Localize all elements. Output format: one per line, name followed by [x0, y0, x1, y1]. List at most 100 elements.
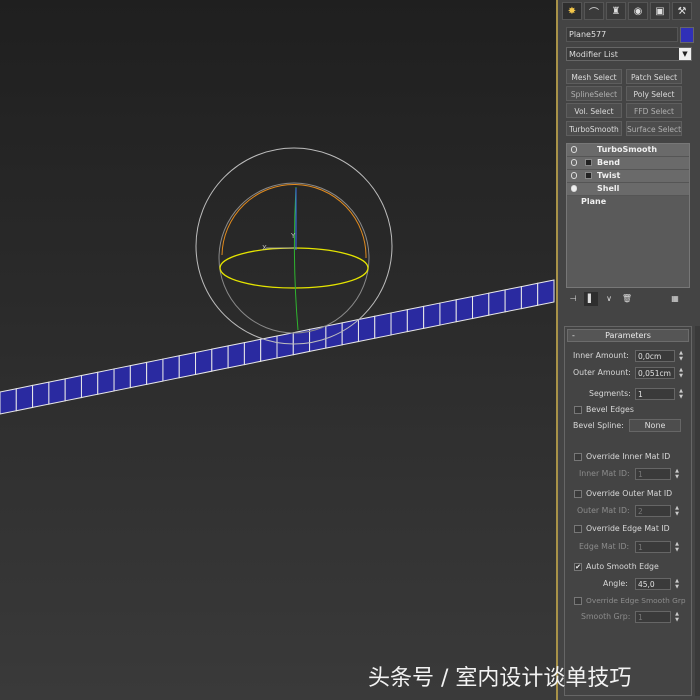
expand-box-icon[interactable]: [585, 172, 592, 179]
hierarchy-icon: ♜: [611, 5, 621, 17]
edge-mat-id-spinner[interactable]: 1: [635, 541, 671, 553]
shell-strip-segment: [162, 355, 180, 382]
utilities-icon: ⚒: [677, 5, 687, 17]
viewport-scene: X Y: [0, 147, 555, 415]
spinner-arrows-icon[interactable]: ▲ ▼: [673, 611, 681, 623]
configure-sets-icon[interactable]: ▦: [668, 292, 682, 306]
smooth-grp-spinner[interactable]: 1: [635, 611, 671, 623]
create-icon: ✸: [567, 5, 577, 17]
expand-box-icon[interactable]: [585, 159, 592, 166]
override-edge-mat-label: Override Edge Mat ID: [586, 524, 670, 533]
shell-strip-segment: [390, 309, 408, 336]
pin-stack-icon[interactable]: ⊣: [566, 292, 580, 306]
watermark: 头条号 / 室内设计谈单技巧: [368, 666, 632, 691]
stack-item-label: Shell: [597, 184, 620, 193]
lightbulb-icon[interactable]: [571, 159, 577, 166]
shell-strip-segment: [439, 299, 457, 326]
stack-item-turbosmooth[interactable]: TurboSmooth: [567, 144, 689, 157]
shell-strip-segment: [48, 378, 66, 405]
modifier-list-label: Modifier List: [569, 50, 618, 59]
object-color-swatch[interactable]: [680, 27, 694, 43]
spinner-arrows-icon[interactable]: ▲ ▼: [673, 468, 681, 480]
override-edge-smooth-checkbox[interactable]: [574, 597, 582, 605]
stack-item-plane[interactable]: Plane: [567, 196, 689, 208]
angle-label: Angle:: [603, 579, 628, 588]
viewport[interactable]: X Y: [0, 0, 556, 700]
create-tab[interactable]: ✸: [562, 2, 582, 20]
gizmo-axis-x-label: X: [262, 244, 267, 252]
lightbulb-icon[interactable]: [571, 172, 577, 179]
shell-strip-segment: [129, 361, 148, 389]
gizmo-axis-y-label: Y: [290, 232, 296, 240]
shell-strip-segment: [488, 289, 506, 316]
show-end-result-icon[interactable]: ▌: [584, 292, 598, 306]
lightbulb-icon[interactable]: [571, 146, 577, 153]
modify-icon: ⌒: [589, 7, 599, 19]
patch-select-button[interactable]: Patch Select: [626, 69, 682, 84]
auto-smooth-edge-label: Auto Smooth Edge: [586, 562, 659, 571]
command-panel: ✸ ⌒ ♜ ◉ ▣ ⚒ Plane577 Modifier List ▼ Mes…: [556, 0, 700, 700]
shell-strip-segment: [195, 348, 213, 376]
override-edge-smooth-label: Override Edge Smooth Grp: [586, 596, 686, 605]
stack-item-label: TurboSmooth: [597, 145, 658, 154]
spinner-arrows-icon[interactable]: ▲ ▼: [677, 350, 685, 362]
mesh-select-button[interactable]: Mesh Select: [566, 69, 622, 84]
vol-select-button[interactable]: Vol. Select: [566, 103, 622, 118]
stack-item-label: Twist: [597, 171, 621, 180]
angle-spinner[interactable]: 45,0: [635, 578, 671, 590]
stack-toolbar: ⊣ ▌ ∨ 🗑 ▦: [566, 292, 690, 306]
stack-item-label: Bend: [597, 158, 620, 167]
ffd-select-button[interactable]: FFD Select: [626, 103, 682, 118]
display-icon: ▣: [655, 5, 665, 17]
shell-strip-segment: [357, 315, 376, 343]
stack-item-twist[interactable]: Twist: [567, 170, 689, 183]
outer-mat-id-spinner[interactable]: 2: [635, 505, 671, 517]
inner-amount-spinner[interactable]: 0,0cm: [635, 350, 675, 362]
hierarchy-tab[interactable]: ♜: [606, 2, 626, 20]
make-unique-icon[interactable]: ∨: [602, 292, 616, 306]
bevel-spline-button[interactable]: None: [629, 419, 681, 432]
override-inner-mat-checkbox[interactable]: [574, 453, 582, 461]
override-outer-mat-checkbox[interactable]: [574, 490, 582, 498]
motion-icon: ◉: [633, 5, 643, 17]
remove-modifier-icon[interactable]: 🗑: [620, 292, 634, 306]
lightbulb-icon[interactable]: [571, 185, 577, 192]
inner-mat-id-spinner[interactable]: 1: [635, 468, 671, 480]
modifier-list-dropdown[interactable]: Modifier List ▼: [566, 47, 692, 61]
utilities-tab[interactable]: ⚒: [672, 2, 692, 20]
shell-strip-segment: [472, 292, 490, 320]
parameters-rollout-header[interactable]: - Parameters: [567, 329, 689, 342]
shell-strip-segment: [146, 358, 164, 385]
spinner-arrows-icon[interactable]: ▲ ▼: [673, 505, 681, 517]
bevel-edges-checkbox[interactable]: [574, 406, 582, 414]
shell-strip-segment: [243, 338, 262, 366]
poly-select-button[interactable]: Poly Select: [626, 86, 682, 101]
outer-amount-spinner[interactable]: 0,051cm: [635, 367, 675, 379]
spinner-arrows-icon[interactable]: ▲ ▼: [677, 367, 685, 379]
shell-strip-segment: [276, 332, 294, 359]
modifier-stack[interactable]: TurboSmooth Bend Twist Shell Plane: [566, 143, 690, 288]
motion-tab[interactable]: ◉: [628, 2, 648, 20]
inner-amount-label: Inner Amount:: [573, 351, 629, 360]
bevel-edges-label: Bevel Edges: [586, 405, 634, 414]
turbosmooth-button[interactable]: TurboSmooth: [566, 121, 622, 136]
display-tab[interactable]: ▣: [650, 2, 670, 20]
spline-select-button[interactable]: SplineSelect: [566, 86, 622, 101]
stack-item-bend[interactable]: Bend: [567, 157, 689, 170]
shell-strip-segment: [406, 305, 425, 333]
spinner-arrows-icon[interactable]: ▲ ▼: [673, 541, 681, 553]
command-panel-scrollbar[interactable]: [695, 326, 700, 696]
shell-strip-segment: [113, 365, 131, 392]
modify-tab[interactable]: ⌒: [584, 2, 604, 20]
spinner-arrows-icon[interactable]: ▲ ▼: [677, 388, 685, 400]
stack-item-shell[interactable]: Shell: [567, 183, 689, 196]
segments-spinner[interactable]: 1: [635, 388, 675, 400]
shell-strip-segment: [309, 325, 327, 353]
spinner-arrows-icon[interactable]: ▲ ▼: [673, 578, 681, 590]
object-name-field[interactable]: Plane577: [566, 27, 678, 42]
override-edge-mat-checkbox[interactable]: [574, 525, 582, 533]
auto-smooth-edge-checkbox[interactable]: ✔: [574, 563, 582, 571]
outer-amount-label: Outer Amount:: [573, 368, 631, 377]
override-inner-mat-label: Override Inner Mat ID: [586, 452, 671, 461]
surface-select-button[interactable]: Surface Select: [626, 121, 682, 136]
